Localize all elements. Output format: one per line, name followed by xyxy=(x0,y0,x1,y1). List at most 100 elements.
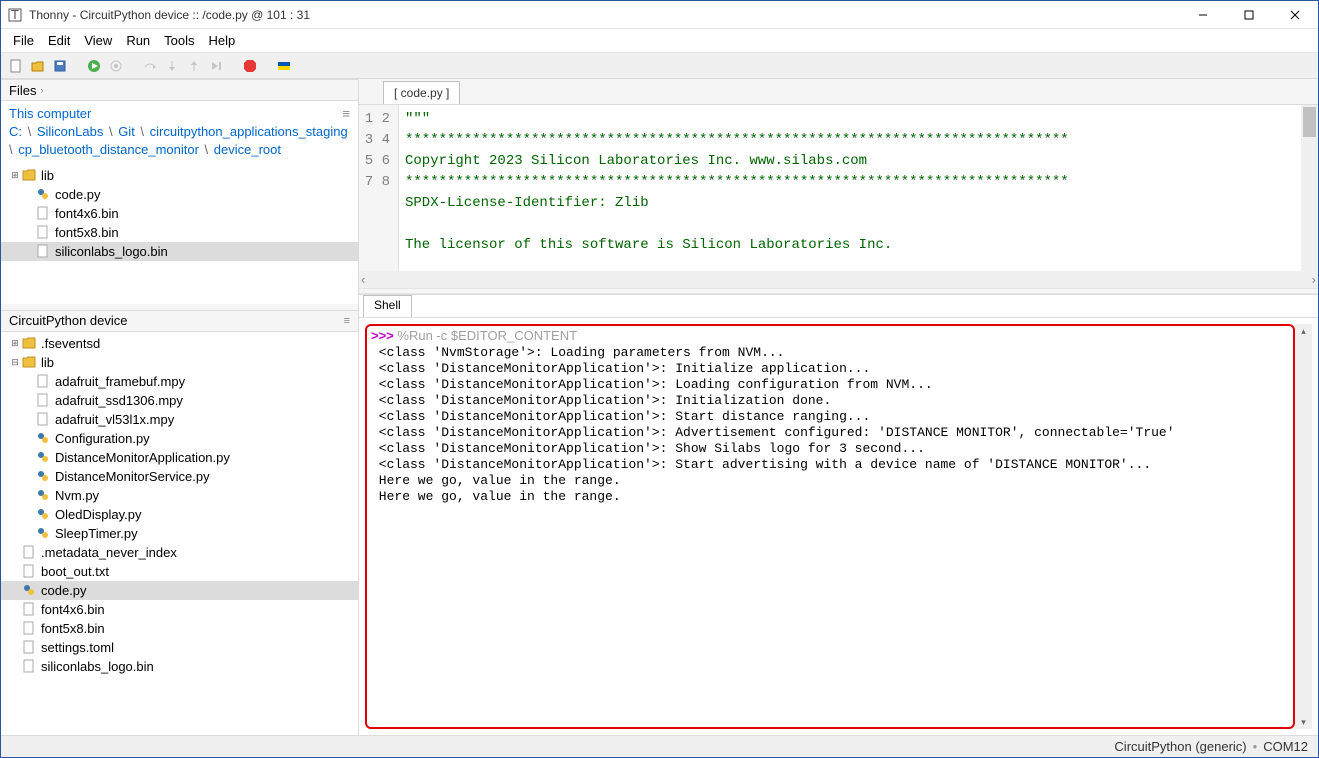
step-into-icon[interactable] xyxy=(163,57,181,75)
device-tree-item[interactable]: Nvm.py xyxy=(1,486,358,505)
menu-view[interactable]: View xyxy=(78,31,118,50)
file-icon xyxy=(21,563,37,579)
device-tree-item[interactable]: DistanceMonitorApplication.py xyxy=(1,448,358,467)
tree-item-label: siliconlabs_logo.bin xyxy=(41,659,154,674)
device-tree-item[interactable]: Configuration.py xyxy=(1,429,358,448)
save-file-icon[interactable] xyxy=(51,57,69,75)
code-content[interactable]: """ ************************************… xyxy=(399,105,1301,271)
menu-edit[interactable]: Edit xyxy=(42,31,76,50)
files-tree-item[interactable]: code.py xyxy=(1,185,358,204)
collapse-icon[interactable]: ⊟ xyxy=(9,357,21,368)
device-tree-item[interactable]: OledDisplay.py xyxy=(1,505,358,524)
device-tree-item[interactable]: DistanceMonitorService.py xyxy=(1,467,358,486)
menu-help[interactable]: Help xyxy=(203,31,242,50)
new-file-icon[interactable] xyxy=(7,57,25,75)
device-tree-item[interactable]: adafruit_framebuf.mpy xyxy=(1,372,358,391)
stop-icon[interactable] xyxy=(241,57,259,75)
breadcrumb-segment[interactable]: Git xyxy=(118,124,135,139)
breadcrumb-root[interactable]: This computer xyxy=(9,106,91,121)
expand-icon[interactable]: ⊞ xyxy=(9,338,21,349)
files-tree-item[interactable]: siliconlabs_logo.bin xyxy=(1,242,358,261)
folder-icon xyxy=(21,354,37,370)
tree-item-label: boot_out.txt xyxy=(41,564,109,579)
step-out-icon[interactable] xyxy=(185,57,203,75)
shell-tab[interactable]: Shell xyxy=(363,295,412,317)
file-icon xyxy=(21,620,37,636)
files-panel-title: Files xyxy=(9,83,36,98)
maximize-button[interactable] xyxy=(1226,1,1272,28)
open-file-icon[interactable] xyxy=(29,57,47,75)
files-tree-item[interactable]: ⊞lib xyxy=(1,166,358,185)
svg-text:T: T xyxy=(11,8,19,22)
device-tree-item[interactable]: ⊞.fseventsd xyxy=(1,334,358,353)
files-tree-item[interactable]: font4x6.bin xyxy=(1,204,358,223)
hamburger-icon[interactable]: ≡ xyxy=(344,315,350,327)
file-icon xyxy=(21,658,37,674)
breadcrumb-segment[interactable]: circuitpython_applications_staging xyxy=(150,124,348,139)
tree-item-label: font5x8.bin xyxy=(41,621,105,636)
resume-icon[interactable] xyxy=(207,57,225,75)
debug-icon[interactable] xyxy=(107,57,125,75)
tree-item-label: settings.toml xyxy=(41,640,114,655)
shell-tab-strip: Shell xyxy=(359,294,1318,318)
files-tree-item[interactable]: font5x8.bin xyxy=(1,223,358,242)
close-button[interactable] xyxy=(1272,1,1318,28)
menu-run[interactable]: Run xyxy=(120,31,156,50)
menu-tools[interactable]: Tools xyxy=(158,31,200,50)
step-over-icon[interactable] xyxy=(141,57,159,75)
python-file-icon xyxy=(35,525,51,541)
device-tree-item[interactable]: adafruit_vl53l1x.mpy xyxy=(1,410,358,429)
file-icon xyxy=(21,544,37,560)
device-panel-header[interactable]: CircuitPython device ≡ xyxy=(1,310,358,332)
shell-panel[interactable]: >>> %Run -c $EDITOR_CONTENT <class 'NvmS… xyxy=(359,318,1318,735)
files-tree[interactable]: ⊞libcode.pyfont4x6.binfont5x8.binsilicon… xyxy=(1,164,358,304)
status-port[interactable]: COM12 xyxy=(1263,739,1308,754)
folder-icon xyxy=(21,167,37,183)
vertical-scrollbar[interactable] xyxy=(1301,105,1318,271)
file-icon xyxy=(21,601,37,617)
window-title: Thonny - CircuitPython device :: /code.p… xyxy=(29,8,1180,22)
device-tree-item[interactable]: ⊟lib xyxy=(1,353,358,372)
expand-icon[interactable]: ⊞ xyxy=(9,170,21,181)
file-icon xyxy=(35,243,51,259)
files-panel-header[interactable]: Files › xyxy=(1,79,358,101)
editor-tab[interactable]: [ code.py ] xyxy=(383,81,460,104)
breadcrumb-segment[interactable]: SiliconLabs xyxy=(37,124,104,139)
device-tree[interactable]: ⊞.fseventsd⊟libadafruit_framebuf.mpyadaf… xyxy=(1,332,358,735)
breadcrumb-segment[interactable]: C: xyxy=(9,124,22,139)
tree-item-label: font4x6.bin xyxy=(41,602,105,617)
shell-vertical-scrollbar[interactable]: ▴ ▾ xyxy=(1295,324,1312,729)
app-icon: T xyxy=(7,7,23,23)
tree-item-label: .metadata_never_index xyxy=(41,545,177,560)
status-interpreter[interactable]: CircuitPython (generic) xyxy=(1114,739,1246,754)
horizontal-scrollbar[interactable]: ‹› xyxy=(359,271,1318,288)
chevron-right-icon: › xyxy=(40,85,43,95)
scroll-down-icon[interactable]: ▾ xyxy=(1295,715,1312,729)
device-tree-item[interactable]: siliconlabs_logo.bin xyxy=(1,657,358,676)
file-icon xyxy=(35,411,51,427)
code-editor[interactable]: 1 2 3 4 5 6 7 8 """ ********************… xyxy=(359,105,1318,271)
menu-file[interactable]: File xyxy=(7,31,40,50)
file-icon xyxy=(21,639,37,655)
device-tree-item[interactable]: boot_out.txt xyxy=(1,562,358,581)
tree-item-label: DistanceMonitorService.py xyxy=(55,469,210,484)
device-tree-item[interactable]: code.py xyxy=(1,581,358,600)
device-tree-item[interactable]: settings.toml xyxy=(1,638,358,657)
shell-output[interactable]: >>> %Run -c $EDITOR_CONTENT <class 'NvmS… xyxy=(365,324,1295,729)
device-tree-item[interactable]: font4x6.bin xyxy=(1,600,358,619)
breadcrumb-segment[interactable]: device_root xyxy=(214,142,281,157)
run-icon[interactable] xyxy=(85,57,103,75)
device-tree-item[interactable]: .metadata_never_index xyxy=(1,543,358,562)
device-tree-item[interactable]: SleepTimer.py xyxy=(1,524,358,543)
hamburger-icon[interactable]: ≡ xyxy=(342,105,350,123)
status-bar: CircuitPython (generic) • COM12 xyxy=(1,735,1318,757)
minimize-button[interactable] xyxy=(1180,1,1226,28)
device-tree-item[interactable]: font5x8.bin xyxy=(1,619,358,638)
left-sidebar: Files › This computer ≡ C: \ SiliconLabs… xyxy=(1,79,359,735)
support-ukraine-icon[interactable] xyxy=(275,57,293,75)
scroll-up-icon[interactable]: ▴ xyxy=(1295,324,1312,338)
tree-item-label: adafruit_ssd1306.mpy xyxy=(55,393,183,408)
folder-icon xyxy=(21,335,37,351)
device-tree-item[interactable]: adafruit_ssd1306.mpy xyxy=(1,391,358,410)
breadcrumb-segment[interactable]: cp_bluetooth_distance_monitor xyxy=(18,142,199,157)
